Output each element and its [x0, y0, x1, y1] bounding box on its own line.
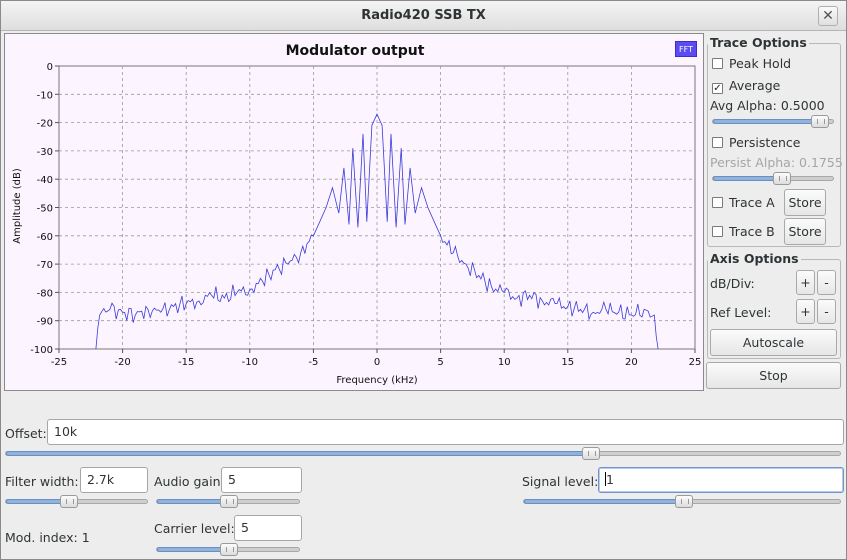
stop-button[interactable]: Stop [706, 362, 841, 389]
ref-level-label: Ref Level: [710, 305, 772, 320]
carrier-level-slider[interactable] [156, 543, 300, 556]
filter-width-label: Filter width: [5, 474, 79, 489]
autoscale-button[interactable]: Autoscale [710, 329, 837, 356]
filter-width-value: 2.7k [87, 472, 115, 487]
y-tick-label: -20 [37, 119, 53, 130]
x-tick-label: -15 [178, 357, 194, 368]
persist-alpha-slider[interactable] [712, 172, 834, 185]
filter-width-field[interactable]: 2.7k [80, 467, 148, 493]
filter-width-slider[interactable] [5, 495, 148, 508]
carrier-level-field[interactable]: 5 [234, 515, 302, 541]
peak-hold-label: Peak Hold [729, 56, 792, 71]
close-button[interactable]: ✕ [818, 6, 838, 26]
plot-title: Modulator output [286, 43, 425, 59]
audio-gain-value: 5 [228, 472, 236, 487]
x-tick-label: 20 [625, 357, 638, 368]
y-tick-label: -10 [37, 90, 53, 101]
avg-alpha-label: Avg Alpha: [710, 98, 777, 113]
trace-b-store-button[interactable]: Store [784, 218, 826, 245]
x-tick-label: -5 [308, 357, 318, 368]
avg-alpha-readout: Avg Alpha: 0.5000 [710, 98, 825, 113]
trace-b-checkbox[interactable]: Trace B [712, 224, 775, 239]
trace-a-checkbox[interactable]: Trace A [712, 195, 775, 210]
persist-alpha-slider-handle[interactable] [773, 172, 791, 185]
carrier-level-slider-handle[interactable] [220, 543, 238, 556]
average-label: Average [729, 78, 781, 93]
db-div-minus-button[interactable]: - [817, 270, 836, 295]
peak-hold-check-box[interactable] [712, 58, 723, 69]
offset-value: 10k [54, 424, 78, 439]
peak-hold-checkbox[interactable]: Peak Hold [712, 56, 791, 71]
avg-alpha-value: 0.5000 [780, 98, 825, 113]
signal-level-slider-handle[interactable] [675, 495, 693, 508]
audio-gain-field[interactable]: 5 [221, 467, 302, 493]
trace-b-check-box[interactable] [712, 226, 723, 237]
x-tick-label: 25 [689, 357, 702, 368]
x-axis-ticks: -25 -20 -15 -10 -5 0 5 10 15 20 25 [51, 349, 702, 368]
spectrum-plot[interactable]: Modulator output -25 -20 -15 -10 -5 0 5 10 15 20 2… [4, 33, 704, 391]
offset-slider[interactable] [5, 447, 841, 460]
y-tick-label: -100 [30, 345, 53, 356]
persistence-checkbox[interactable]: Persistence [712, 135, 801, 150]
carrier-level-value: 5 [241, 520, 249, 535]
signal-level-slider[interactable] [523, 495, 841, 508]
signal-level-field[interactable]: 1 [598, 467, 844, 493]
app-window: Radio420 SSB TX ✕ Modulator output -25 -2… [0, 0, 847, 560]
trace-a-label: Trace A [729, 195, 775, 210]
y-tick-label: 0 [47, 62, 53, 73]
axis-options-title: Axis Options [708, 251, 801, 266]
fft-button[interactable]: FFT [675, 41, 697, 57]
y-tick-label: -50 [37, 204, 53, 215]
average-checkbox[interactable]: ✓ Average [712, 78, 780, 94]
ref-level-plus-button[interactable]: + [796, 299, 815, 324]
x-tick-label: 5 [437, 357, 443, 368]
persist-alpha-label: Persist Alpha: [710, 155, 796, 170]
avg-alpha-slider[interactable] [712, 115, 834, 128]
offset-label: Offset: [5, 426, 47, 441]
ref-level-minus-button[interactable]: - [817, 299, 836, 324]
y-tick-label: -60 [37, 232, 53, 243]
y-tick-label: -30 [37, 147, 53, 158]
mod-index-text: Mod. index: 1 [5, 530, 90, 545]
persist-alpha-readout: Persist Alpha: 0.1755 [710, 155, 843, 170]
x-tick-label: 10 [498, 357, 511, 368]
audio-gain-slider[interactable] [156, 495, 300, 508]
y-axis-label: Amplitude (dB) [12, 168, 23, 244]
audio-gain-slider-handle[interactable] [220, 495, 238, 508]
x-axis-label: Frequency (kHz) [336, 375, 417, 386]
carrier-level-label: Carrier level: [154, 521, 235, 536]
y-tick-label: -90 [37, 317, 53, 328]
title-bar: Radio420 SSB TX ✕ [1, 1, 846, 31]
trace-a-store-button[interactable]: Store [784, 189, 826, 216]
y-tick-label: -70 [37, 260, 53, 271]
average-check-box[interactable]: ✓ [712, 83, 723, 94]
y-tick-label: -40 [37, 175, 53, 186]
persistence-check-box[interactable] [712, 137, 723, 148]
persist-alpha-value: 0.1755 [799, 155, 843, 170]
avg-alpha-slider-handle[interactable] [811, 115, 829, 128]
persistence-label: Persistence [729, 135, 801, 150]
y-axis-ticks: 0 -10 -20 -30 -40 -50 -60 -70 -80 -90 -100 [30, 62, 59, 356]
plot-canvas: Modulator output -25 -20 -15 -10 -5 0 5 10 15 20 2… [12, 43, 702, 386]
trace-b-label: Trace B [729, 224, 775, 239]
db-div-plus-button[interactable]: + [796, 270, 815, 295]
trace-options-title: Trace Options [708, 35, 809, 50]
window-title: Radio420 SSB TX [361, 8, 486, 23]
signal-level-value: 1 [606, 472, 614, 487]
filter-width-slider-handle[interactable] [60, 495, 78, 508]
x-tick-label: 0 [374, 357, 380, 368]
x-tick-label: -20 [114, 357, 130, 368]
offset-slider-handle[interactable] [582, 447, 600, 460]
trace-a-check-box[interactable] [712, 197, 723, 208]
signal-level-label: Signal level: [522, 474, 599, 489]
y-tick-label: -80 [37, 288, 53, 299]
x-tick-label: 15 [561, 357, 574, 368]
x-tick-label: -25 [51, 357, 67, 368]
offset-field[interactable]: 10k [47, 419, 844, 445]
x-tick-label: -10 [242, 357, 258, 368]
db-div-label: dB/Div: [710, 276, 755, 291]
audio-gain-label: Audio gain: [154, 474, 225, 489]
